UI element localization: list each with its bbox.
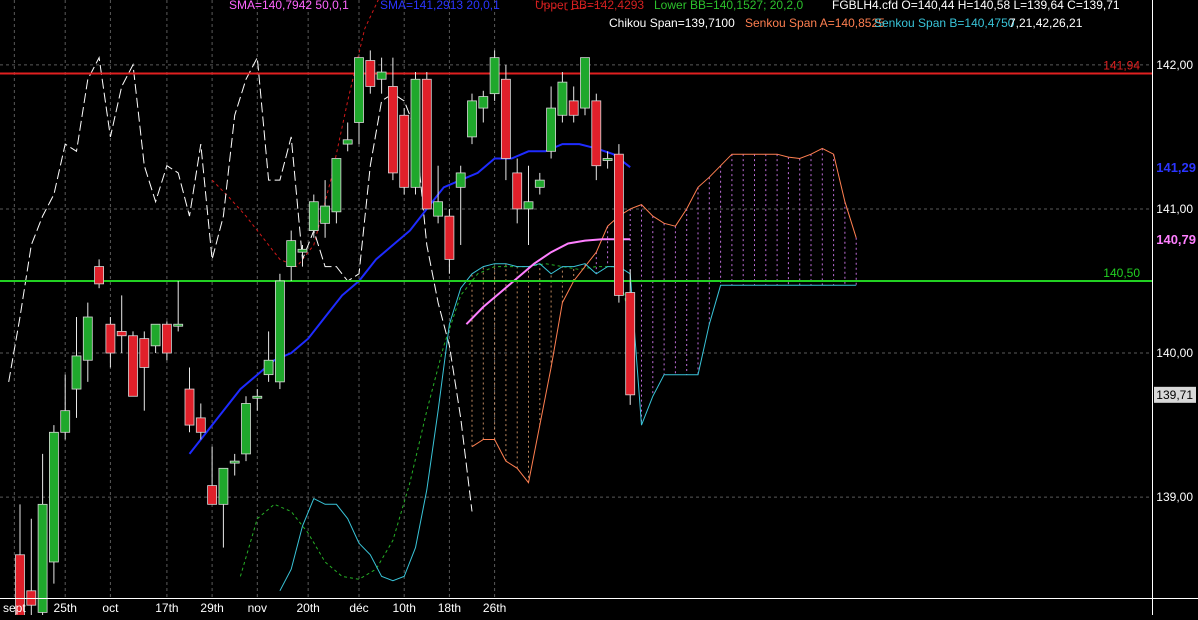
candle-body	[308, 201, 319, 231]
candle-body	[94, 266, 104, 285]
candle-body	[376, 71, 387, 80]
candle-body	[37, 503, 48, 613]
candle-body	[433, 201, 444, 217]
candle-body	[173, 323, 184, 327]
x-tick-label: nov	[248, 601, 267, 615]
candle-body	[274, 280, 285, 383]
candle-body	[128, 335, 138, 397]
candle-body	[195, 417, 206, 433]
last-close-label: 139,71	[1156, 388, 1193, 402]
candle-body	[591, 100, 602, 167]
candle-body	[354, 57, 364, 123]
candle-body	[557, 81, 568, 116]
senkou-a-legend: Senkou Span A=140,8525	[745, 16, 885, 30]
candle-body	[150, 323, 161, 347]
y-tick-label: 139,00	[1156, 490, 1193, 504]
sma20-value-label: 141,29	[1156, 160, 1196, 175]
candle-body	[161, 323, 172, 354]
x-tick-label: 17th	[155, 601, 178, 615]
candle-body	[184, 388, 195, 426]
candle-body	[116, 331, 127, 337]
candle-body	[218, 467, 229, 505]
ohlc-legend: FGBLH4.cfd O=140,44 H=140,58 L=139,64 C=…	[832, 0, 1120, 12]
x-tick-label: 25th	[54, 601, 77, 615]
candle-body	[241, 403, 251, 455]
chart-canvas: 141,94 140,50 139,00 140,00 141,00 142,00 sep…	[0, 0, 1198, 620]
sma50-legend: SMA=140,7942 50,0,1	[229, 0, 349, 12]
candle-body	[207, 485, 218, 505]
candle-body	[49, 431, 59, 563]
ichimoku-candlestick-chart: 141,94 140,50 139,00 140,00 141,00 142,00 sep…	[0, 0, 1198, 620]
candle-body	[331, 158, 342, 213]
candle-body	[512, 172, 523, 210]
x-tick-label: oct	[102, 601, 119, 615]
candle-body	[467, 100, 477, 138]
candle-body	[568, 100, 579, 116]
y-tick-label: 142,00	[1156, 58, 1193, 72]
candle-body	[523, 201, 534, 210]
x-tick-label: 26th	[483, 601, 506, 615]
senkou-b-legend: Senkou Span B=140,4750	[874, 16, 1015, 30]
candle-body	[342, 139, 353, 145]
candle-body	[500, 78, 511, 159]
candle-body	[534, 179, 545, 188]
sma50-value-label: 140,79	[1156, 232, 1196, 247]
candle-body	[489, 57, 500, 95]
candle-body	[478, 96, 489, 109]
candle-body	[139, 338, 150, 368]
candle-body	[365, 60, 376, 87]
x-tick-label: 29th	[200, 601, 223, 615]
support-label: 140,50	[1103, 266, 1140, 280]
candle-body	[297, 248, 308, 253]
candle-body	[614, 153, 624, 296]
candle-body	[320, 205, 331, 224]
x-tick-label: 18th	[438, 601, 461, 615]
candle-body	[252, 395, 263, 399]
candle-body	[229, 460, 240, 464]
x-tick-label: 10th	[393, 601, 416, 615]
candle-body	[444, 215, 455, 260]
x-tick-label: 20th	[296, 601, 319, 615]
lower-bb-legend: Lower BB=140,1527; 20,2,0	[654, 0, 803, 12]
candle-body	[580, 57, 590, 109]
candle-body	[71, 355, 82, 390]
candle-body	[60, 410, 71, 433]
candle-body	[625, 292, 636, 396]
candle-body	[546, 107, 556, 152]
candle-body	[410, 78, 421, 188]
x-tick-label: déc	[349, 601, 368, 615]
chikou-legend: Chikou Span=139,7100	[609, 16, 735, 30]
candle-body	[602, 158, 613, 161]
candle-body	[286, 240, 297, 267]
candle-body	[421, 78, 432, 210]
candle-body	[105, 323, 116, 354]
upper-bb-legend: Upper BB=142,4293	[535, 0, 644, 12]
candle-body	[399, 114, 410, 188]
sma20-legend: SMA=141,2913 20,0,1	[380, 0, 500, 12]
resistance-label: 141,94	[1103, 58, 1140, 72]
candle-body	[82, 316, 93, 361]
y-tick-label: 141,00	[1156, 202, 1193, 216]
x-tick-label: sept	[3, 601, 26, 615]
ichimoku-params-legend: 7,21,42,26,21	[1009, 16, 1083, 30]
y-tick-label: 140,00	[1156, 346, 1193, 360]
candle-body	[387, 86, 398, 174]
candle-body	[263, 359, 274, 376]
candle-body	[455, 172, 466, 188]
